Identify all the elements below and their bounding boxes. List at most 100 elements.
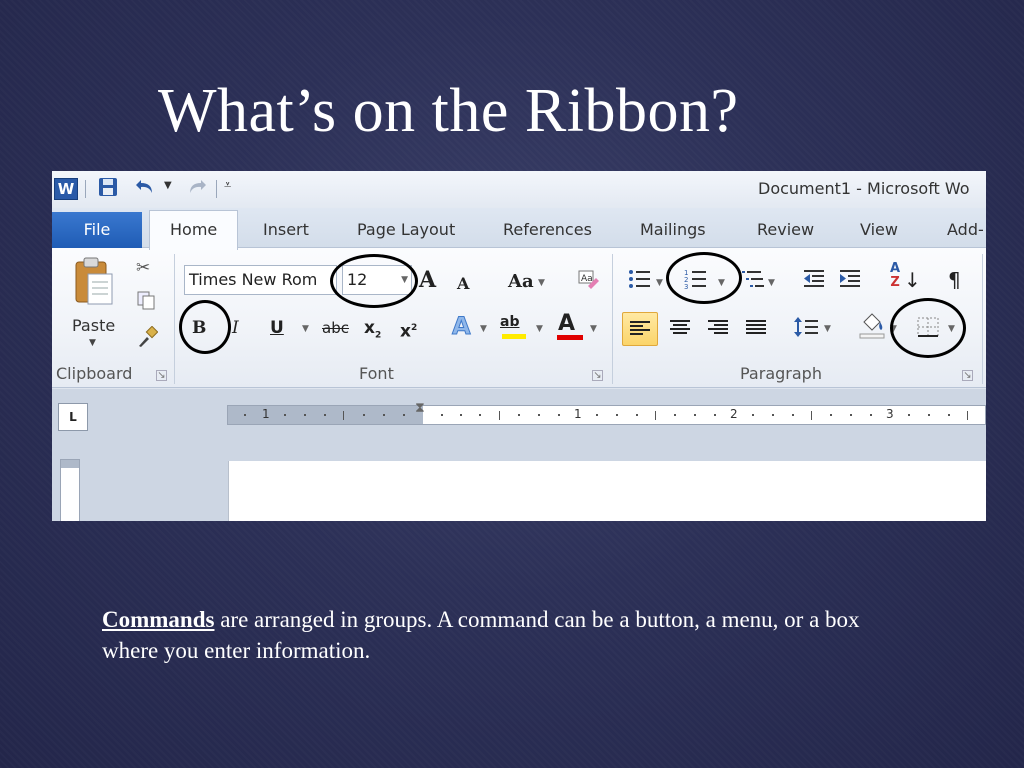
borders-dropdown-icon[interactable]: ▼: [948, 324, 955, 334]
ruler-dot: [538, 414, 540, 416]
underline-dropdown-icon[interactable]: ▼: [302, 324, 309, 334]
paste-button[interactable]: Paste: [72, 316, 115, 335]
borders-icon[interactable]: [916, 316, 940, 345]
ruler-dot: [558, 414, 560, 416]
document-page[interactable]: [228, 461, 986, 521]
scissors-icon[interactable]: ✂: [136, 258, 150, 278]
chevron-down-icon: ▼: [401, 275, 408, 285]
bold-button[interactable]: B: [192, 316, 206, 340]
ruler-dot: [460, 414, 462, 416]
multilevel-list-icon[interactable]: [742, 268, 766, 297]
change-case-button[interactable]: Aa: [508, 270, 534, 294]
ruler-dot: [792, 414, 794, 416]
word-app-icon[interactable]: W: [54, 178, 78, 200]
highlight-button[interactable]: ab: [500, 310, 519, 334]
brush-icon[interactable]: [136, 325, 159, 353]
decrease-indent-icon[interactable]: [802, 268, 826, 297]
font-color-dropdown-icon[interactable]: ▼: [590, 324, 597, 334]
font-name-combo[interactable]: Times New Rom: [184, 265, 337, 295]
bullets-dropdown-icon[interactable]: ▼: [656, 278, 663, 288]
line-spacing-icon[interactable]: [794, 316, 820, 345]
tab-home[interactable]: Home: [149, 210, 239, 250]
group-separator: [612, 254, 613, 384]
ruler-dot: [363, 414, 365, 416]
ruler-dot: [948, 414, 950, 416]
paste-dropdown-icon[interactable]: ▼: [89, 338, 96, 348]
font-color-swatch: [557, 335, 583, 340]
clear-formatting-icon[interactable]: Aa: [576, 268, 600, 299]
line-spacing-dropdown-icon[interactable]: ▼: [824, 324, 831, 334]
justify-icon[interactable]: [746, 320, 766, 336]
indent-marker-icon[interactable]: ⧗: [415, 400, 425, 416]
ruler-dot: [304, 414, 306, 416]
caption-text: are arranged in groups. A command can be…: [102, 607, 860, 663]
undo-dropdown-icon[interactable]: ▼: [164, 180, 172, 191]
grow-font-button[interactable]: A: [419, 268, 436, 292]
ruler-dot: [908, 414, 910, 416]
ruler-dot: [636, 414, 638, 416]
vertical-ruler[interactable]: [60, 459, 80, 521]
show-formatting-button[interactable]: ¶: [948, 268, 961, 292]
numbering-dropdown-icon[interactable]: ▼: [718, 278, 725, 288]
group-separator: [982, 254, 983, 384]
slide-caption: Commands are arranged in groups. A comma…: [102, 604, 902, 666]
ruler-dot: [830, 414, 832, 416]
font-launcher-icon[interactable]: ↘: [592, 370, 603, 381]
tab-review[interactable]: Review: [757, 212, 814, 248]
increase-indent-icon[interactable]: [838, 268, 862, 297]
horizontal-ruler[interactable]: 1 1 2 3 ⧗: [227, 400, 986, 425]
group-separator: [174, 254, 175, 384]
highlight-dropdown-icon[interactable]: ▼: [536, 324, 543, 334]
ruler-number: 3: [886, 407, 894, 421]
document-area: L 1 1 2 3 ⧗: [52, 389, 986, 521]
align-right-icon[interactable]: [708, 320, 728, 336]
underline-button[interactable]: U: [270, 316, 284, 340]
ruler-tick: [343, 411, 344, 420]
subscript-button[interactable]: x2: [364, 316, 381, 347]
tab-references[interactable]: References: [503, 212, 592, 248]
change-case-dropdown-icon[interactable]: ▼: [538, 278, 545, 288]
font-color-button[interactable]: A: [558, 312, 575, 336]
tab-selector-button[interactable]: L: [58, 403, 88, 431]
align-left-button[interactable]: [622, 312, 658, 346]
tab-view[interactable]: View: [860, 212, 898, 248]
customize-qat-icon[interactable]: ⩡: [224, 178, 231, 193]
copy-icon[interactable]: [136, 290, 156, 315]
tab-insert[interactable]: Insert: [263, 212, 309, 248]
text-effects-dropdown-icon[interactable]: ▼: [480, 324, 487, 334]
quick-access-toolbar: W ▼ ⩡ Document1 - Microsoft Wo: [52, 171, 986, 208]
tab-file[interactable]: File: [52, 212, 142, 248]
sort-button[interactable]: AZ: [890, 262, 900, 290]
qat-separator: [85, 180, 86, 198]
text-effects-button[interactable]: A: [452, 314, 472, 339]
ruler-dot: [772, 414, 774, 416]
word-screenshot: W ▼ ⩡ Document1 - Microsoft Wo File Home…: [52, 171, 986, 521]
align-center-icon[interactable]: [670, 320, 690, 336]
paint-bucket-icon[interactable]: [858, 312, 886, 347]
ribbon-home: Paste ▼ ✂ Clipboard ↘ Times New Rom 12 ▼…: [52, 248, 986, 388]
tab-add-ins[interactable]: Add-: [947, 212, 984, 248]
superscript-label: x: [400, 321, 411, 342]
redo-icon[interactable]: [186, 177, 208, 204]
italic-button[interactable]: I: [232, 316, 239, 340]
multilevel-dropdown-icon[interactable]: ▼: [768, 278, 775, 288]
paragraph-launcher-icon[interactable]: ↘: [962, 370, 973, 381]
superscript-button[interactable]: x2: [400, 316, 417, 344]
shrink-font-button[interactable]: A: [457, 272, 469, 296]
clipboard-launcher-icon[interactable]: ↘: [156, 370, 167, 381]
ruler-tick: [499, 411, 500, 420]
numbering-icon[interactable]: 123: [684, 268, 708, 297]
shading-dropdown-icon[interactable]: ▼: [890, 324, 897, 334]
undo-icon[interactable]: [134, 177, 156, 204]
paste-icon[interactable]: [72, 256, 116, 306]
svg-text:3: 3: [684, 283, 688, 290]
ruler-number: 2: [730, 407, 738, 421]
bullets-icon[interactable]: [628, 268, 652, 297]
font-size-combo[interactable]: 12 ▼: [342, 265, 412, 295]
tab-page-layout[interactable]: Page Layout: [357, 212, 455, 248]
strikethrough-button[interactable]: abc: [322, 316, 349, 340]
ruler-dot: [403, 414, 405, 416]
tab-mailings[interactable]: Mailings: [640, 212, 706, 248]
ruler-dot: [441, 414, 443, 416]
save-icon[interactable]: [98, 177, 118, 204]
